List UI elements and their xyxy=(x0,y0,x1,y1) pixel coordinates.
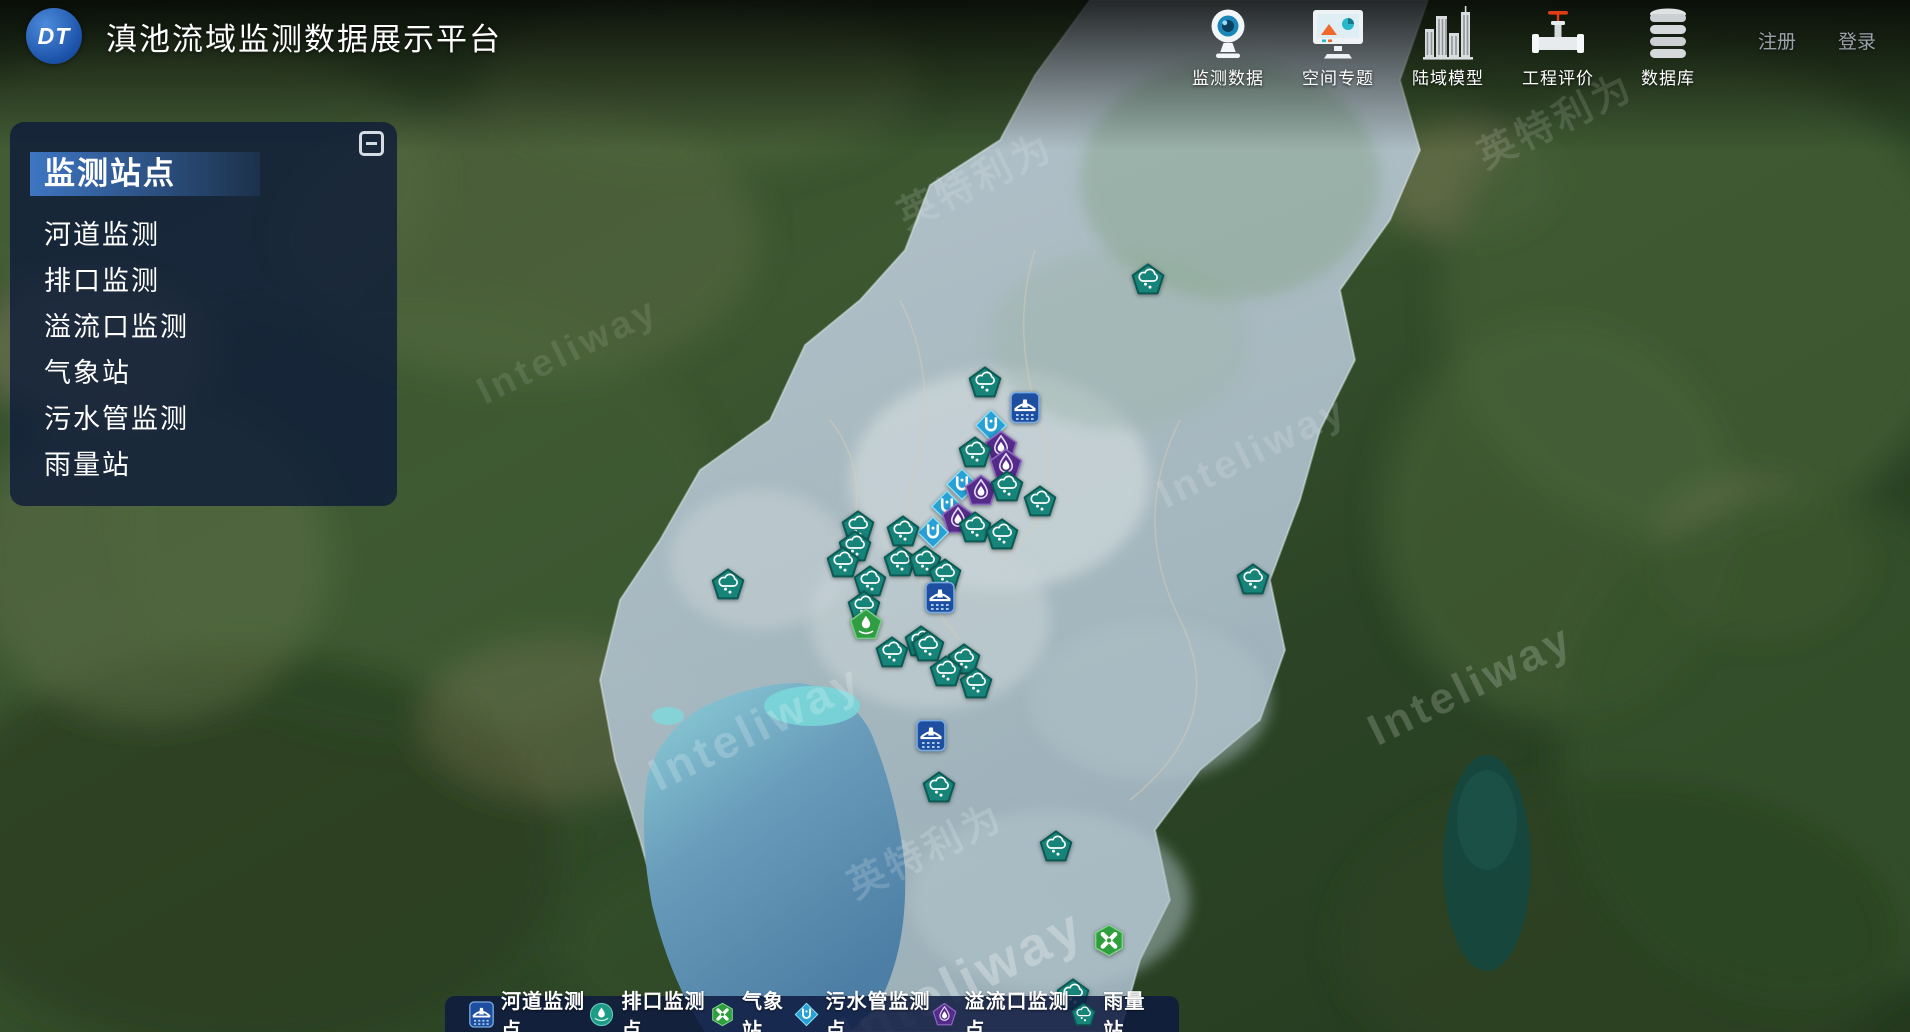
outlet-station-icon xyxy=(589,1002,614,1027)
legend-item-outlet[interactable]: 排口监测点 xyxy=(589,985,709,1032)
app-logo: DT xyxy=(26,8,82,64)
camera-icon xyxy=(1201,5,1255,61)
nav-item-label: 陆域模型 xyxy=(1412,64,1484,89)
sidebar-item-river-monitoring[interactable]: 河道监测 xyxy=(44,212,397,258)
map-marker-rain[interactable] xyxy=(711,567,745,606)
legend-label: 气象站 xyxy=(742,985,794,1032)
map-marker-river[interactable] xyxy=(925,582,955,619)
nav-item-project-evaluation[interactable]: 工程评价 xyxy=(1512,5,1604,89)
legend-item-weather[interactable]: 气象站 xyxy=(710,985,794,1032)
nav-item-monitoring-data[interactable]: 监测数据 xyxy=(1182,5,1274,89)
legend-item-sewage[interactable]: 污水管监测点 xyxy=(794,985,933,1032)
nav-item-label: 数据库 xyxy=(1641,64,1695,89)
map-marker-rain[interactable] xyxy=(968,365,1002,404)
map-marker-weather[interactable] xyxy=(1092,923,1126,962)
map-marker-rain[interactable] xyxy=(985,517,1019,556)
login-link[interactable]: 登录 xyxy=(1838,27,1876,54)
app-logo-text: DT xyxy=(38,23,71,50)
overflow-station-icon xyxy=(932,1002,957,1027)
station-type-list: 河道监测 排口监测 溢流口监测 气象站 污水管监测 雨量站 xyxy=(44,212,397,488)
sidebar-item-rain-gauge-station[interactable]: 雨量站 xyxy=(44,442,397,488)
weather-station-icon xyxy=(710,1002,735,1027)
pipe-valve-icon xyxy=(1530,5,1586,61)
legend-label: 河道监测点 xyxy=(501,985,589,1032)
map-marker-rain[interactable] xyxy=(1236,562,1270,601)
river-station-icon xyxy=(469,1001,494,1028)
map-marker-rain[interactable] xyxy=(990,469,1024,508)
legend-label: 溢流口监测点 xyxy=(964,985,1071,1032)
top-nav: 监测数据 空间专题 xyxy=(1164,5,1882,89)
monitor-chart-icon xyxy=(1310,5,1366,61)
city-buildings-icon xyxy=(1421,5,1475,61)
database-icon xyxy=(1641,5,1695,61)
map-marker-river[interactable] xyxy=(1010,392,1040,429)
map-marker-rain[interactable] xyxy=(875,635,909,674)
page-title: 滇池流域监测数据展示平台 xyxy=(106,14,502,59)
nav-item-label: 监测数据 xyxy=(1192,64,1264,89)
legend-label: 排口监测点 xyxy=(621,985,709,1032)
legend-label: 雨量站 xyxy=(1103,985,1155,1032)
nav-item-label: 空间专题 xyxy=(1302,64,1374,89)
top-bar: DT 滇池流域监测数据展示平台 监测数据 xyxy=(0,0,1910,100)
sidebar-item-outlet-monitoring[interactable]: 排口监测 xyxy=(44,258,397,304)
sewage-pipe-station-icon xyxy=(794,1002,819,1027)
nav-item-label: 工程评价 xyxy=(1522,64,1594,89)
nav-item-land-model[interactable]: 陆域模型 xyxy=(1402,5,1494,89)
map-marker-rain[interactable] xyxy=(929,654,963,693)
legend-label: 污水管监测点 xyxy=(826,985,933,1032)
nav-item-spatial-topics[interactable]: 空间专题 xyxy=(1292,5,1384,89)
map-marker-rain[interactable] xyxy=(1131,262,1165,301)
nav-item-database[interactable]: 数据库 xyxy=(1622,5,1714,89)
rain-gauge-station-icon xyxy=(1071,1002,1096,1027)
sidebar-item-overflow-monitoring[interactable]: 溢流口监测 xyxy=(44,304,397,350)
panel-header-label: 监测站点 xyxy=(44,156,176,191)
map-marker-rain[interactable] xyxy=(1023,484,1057,523)
map-marker-river[interactable] xyxy=(916,720,946,757)
register-link[interactable]: 注册 xyxy=(1758,27,1796,54)
minus-icon xyxy=(366,142,377,145)
map-marker-rain[interactable] xyxy=(922,770,956,809)
map-marker-rain[interactable] xyxy=(1039,829,1073,868)
sidebar-item-weather-station[interactable]: 气象站 xyxy=(44,350,397,396)
map-marker-rain[interactable] xyxy=(959,666,993,705)
sidebar-item-sewage-pipe-monitoring[interactable]: 污水管监测 xyxy=(44,396,397,442)
station-panel: 监测站点 河道监测 排口监测 溢流口监测 气象站 污水管监测 雨量站 xyxy=(10,122,397,506)
legend-item-overflow[interactable]: 溢流口监测点 xyxy=(932,985,1071,1032)
map-legend: 河道监测点 排口监测点 气象站 污水管监测点 溢流口监测点 xyxy=(445,996,1179,1032)
panel-header: 监测站点 xyxy=(30,152,260,196)
collapse-button[interactable] xyxy=(359,131,384,156)
legend-item-river[interactable]: 河道监测点 xyxy=(469,985,589,1032)
legend-item-rain[interactable]: 雨量站 xyxy=(1071,985,1155,1032)
